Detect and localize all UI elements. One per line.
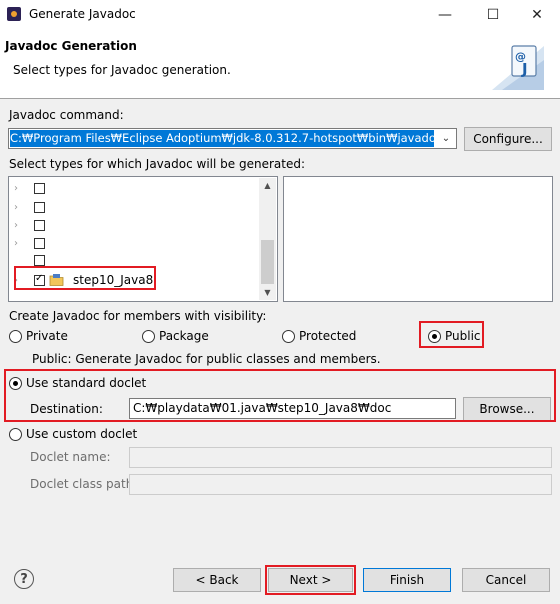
members-list[interactable] <box>283 176 553 302</box>
chevron-right-icon[interactable]: › <box>14 220 26 231</box>
visibility-private-option[interactable]: Private <box>9 328 68 344</box>
custom-doclet-option[interactable]: Use custom doclet <box>9 426 137 442</box>
visibility-package-option[interactable]: Package <box>142 328 209 344</box>
back-button[interactable]: < Back <box>173 568 261 592</box>
tree-checkbox[interactable] <box>34 219 45 231</box>
page-subtitle: Select types for Javadoc generation. <box>13 63 231 77</box>
visibility-description: Public: Generate Javadoc for public clas… <box>32 352 381 366</box>
doclet-name-input <box>129 447 552 468</box>
visibility-protected-option[interactable]: Protected <box>282 328 356 344</box>
chevron-down-icon[interactable]: ⌄ <box>438 130 454 147</box>
tree-row[interactable]: › <box>14 179 45 197</box>
window-title: Generate Javadoc <box>29 7 136 21</box>
svg-text:J: J <box>521 60 528 78</box>
tree-checkbox[interactable] <box>34 182 45 194</box>
close-button[interactable]: ✕ <box>514 0 560 30</box>
types-label: Select types for which Javadoc will be g… <box>9 157 305 171</box>
chevron-right-icon[interactable]: › <box>14 183 26 194</box>
tree-checkbox[interactable] <box>34 237 45 249</box>
eclipse-app-icon <box>7 7 21 21</box>
highlight-box-project <box>14 266 156 290</box>
minimize-button[interactable]: — <box>422 0 468 30</box>
highlight-box-next <box>265 565 356 595</box>
tree-checkbox[interactable] <box>34 254 45 266</box>
cancel-button[interactable]: Cancel <box>462 568 550 592</box>
tree-row[interactable]: › <box>14 234 45 252</box>
tree-row[interactable]: › <box>14 198 45 216</box>
configure-button[interactable]: Configure... <box>464 127 552 151</box>
finish-button[interactable]: Finish <box>363 568 451 592</box>
radio-custom-doclet[interactable] <box>9 427 22 441</box>
chevron-right-icon[interactable]: › <box>14 238 26 249</box>
javadoc-wizard-icon: @ J <box>492 45 544 90</box>
javadoc-command-label: Javadoc command: <box>9 108 124 122</box>
radio-private[interactable] <box>9 329 22 343</box>
help-icon[interactable]: ? <box>14 569 34 589</box>
radio-package[interactable] <box>142 329 155 343</box>
scroll-up-icon[interactable]: ▲ <box>259 181 276 190</box>
visibility-label: Create Javadoc for members with visibili… <box>9 309 267 323</box>
doclet-class-path-input <box>129 474 552 495</box>
javadoc-command-value[interactable]: C:₩Program Files₩Eclipse Adoptium₩jdk-8.… <box>10 130 434 147</box>
radio-protected[interactable] <box>282 329 295 343</box>
maximize-button[interactable]: ☐ <box>470 0 516 30</box>
highlight-box-standard-doclet <box>4 369 556 422</box>
tree-checkbox[interactable] <box>34 201 45 213</box>
highlight-box-public <box>419 321 484 348</box>
doclet-class-path-label: Doclet class path: <box>30 477 138 491</box>
page-title: Javadoc Generation <box>5 39 137 53</box>
doclet-name-label: Doclet name: <box>30 450 111 464</box>
tree-row[interactable]: › <box>14 216 45 234</box>
scrollbar-thumb[interactable] <box>261 240 274 284</box>
chevron-right-icon[interactable]: › <box>14 202 26 213</box>
scroll-down-icon[interactable]: ▼ <box>259 288 276 297</box>
